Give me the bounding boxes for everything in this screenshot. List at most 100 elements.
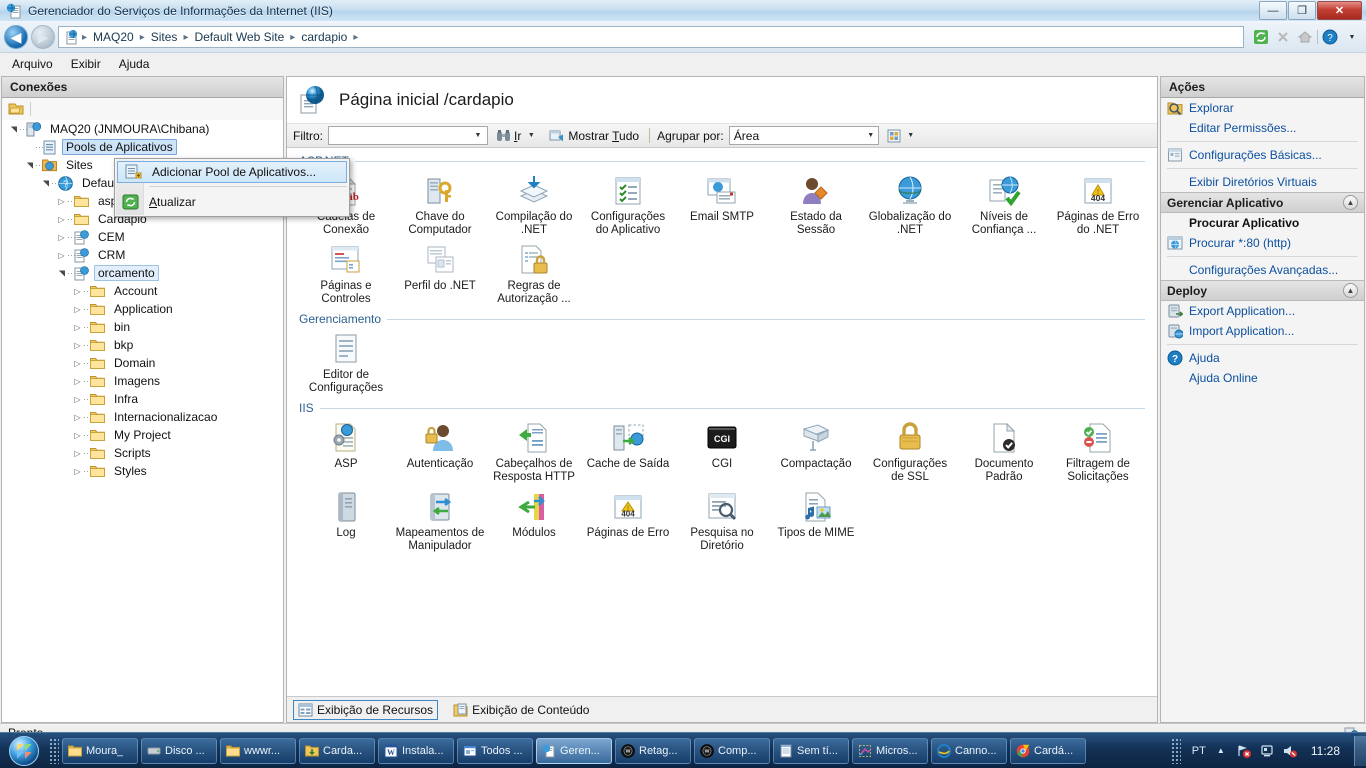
taskbar-button-retag[interactable]: ⓦ Retag...	[615, 737, 691, 764]
close-button[interactable]: ✕	[1317, 1, 1362, 20]
action-export-application[interactable]: Export Application...	[1161, 301, 1364, 321]
taskbar-button-moura[interactable]: Moura_	[62, 737, 138, 764]
tree-item-internacionalizacao[interactable]: ▷ ⋯ Internacionalizacao	[2, 408, 283, 426]
action-import-application[interactable]: Import Application...	[1161, 321, 1364, 341]
expander-collapsed-icon[interactable]: ▷	[72, 448, 83, 459]
feature-item-compacta-o[interactable]: Compactação	[769, 417, 863, 486]
action-ajuda[interactable]: ? Ajuda	[1161, 348, 1364, 368]
expander-collapsed-icon[interactable]: ▷	[56, 250, 67, 261]
tree-item-domain[interactable]: ▷ ⋯ Domain	[2, 354, 283, 372]
expander-collapsed-icon[interactable]: ▷	[72, 466, 83, 477]
feature-item-p-ginas-de-erro-do-net[interactable]: ! 404 Páginas de Erro do .NET	[1051, 170, 1145, 239]
context-menu-item-refresh[interactable]: Atualizar	[115, 190, 349, 214]
go-button[interactable]: Ir ▼	[493, 126, 541, 145]
toolbar-grip[interactable]	[49, 737, 59, 764]
feature-item-m-dulos[interactable]: Módulos	[487, 486, 581, 555]
action-procurar-aplicativo[interactable]: Procurar Aplicativo	[1161, 213, 1364, 233]
start-button[interactable]	[2, 734, 46, 768]
chevron-up-icon[interactable]: ▲	[1213, 743, 1229, 759]
taskbar-button-carda[interactable]: Carda...	[299, 737, 375, 764]
language-indicator[interactable]: PT	[1192, 745, 1206, 757]
feature-item-p-ginas-e-controles[interactable]: Páginas e Controles	[299, 239, 393, 308]
tray-grip[interactable]	[1170, 737, 1181, 764]
monitor-icon[interactable]	[1259, 743, 1275, 759]
tree-item-cem[interactable]: ▷ ⋯ CEM	[2, 228, 283, 246]
menu-item-exibir[interactable]: Exibir	[71, 57, 101, 71]
tree-item-imagens[interactable]: ▷ ⋯ Imagens	[2, 372, 283, 390]
feature-item-documento-padr-o[interactable]: Documento Padrão	[957, 417, 1051, 486]
view-mode-button[interactable]: ▼	[884, 126, 921, 145]
feature-item-editor-de-configura-es[interactable]: Editor de Configurações	[299, 328, 393, 397]
tree-item-maq20-jnmoura-chibana[interactable]: ◢ ⋯ MAQ20 (JNMOURA\Chibana)	[2, 120, 283, 138]
feature-item-email-smtp[interactable]: Email SMTP	[675, 170, 769, 239]
breadcrumb-item-default-web-site[interactable]: Default Web Site	[191, 29, 287, 45]
action-procurar-80-http[interactable]: Procurar *:80 (http)	[1161, 233, 1364, 253]
filter-input[interactable]	[329, 127, 471, 144]
taskbar-button-instala[interactable]: W Instala...	[378, 737, 454, 764]
feature-item-n-veis-de-confian-a[interactable]: Níveis de Confiança ...	[957, 170, 1051, 239]
expander-collapsed-icon[interactable]: ▷	[72, 322, 83, 333]
show-desktop-button[interactable]	[1354, 735, 1366, 766]
chevron-up-icon[interactable]: ▲	[1343, 283, 1358, 298]
tree-item-account[interactable]: ▷ ⋯ Account	[2, 282, 283, 300]
breadcrumb[interactable]: ▸ MAQ20 ▸ Sites ▸ Default Web Site ▸ car…	[58, 26, 1244, 48]
tab-content-view[interactable]: Exibição de Conteúdo	[448, 700, 594, 720]
breadcrumb-item-maq20[interactable]: MAQ20	[90, 29, 137, 45]
minimize-button[interactable]: —	[1259, 1, 1287, 20]
expander-collapsed-icon[interactable]: ▷	[72, 430, 83, 441]
expander-collapsed-icon[interactable]: ▷	[72, 394, 83, 405]
action-ajuda-online[interactable]: Ajuda Online	[1161, 368, 1364, 388]
actions-group-header-deploy[interactable]: Deploy ▲	[1161, 280, 1364, 301]
feature-item-pesquisa-no-diret-rio[interactable]: Pesquisa no Diretório	[675, 486, 769, 555]
tree-item-application[interactable]: ▷ ⋯ Application	[2, 300, 283, 318]
maximize-button[interactable]: ❐	[1288, 1, 1316, 20]
chevron-up-icon[interactable]: ▲	[1343, 195, 1358, 210]
tree-item-pools-de-aplicativos[interactable]: ⋯ Pools de Aplicativos	[2, 138, 283, 156]
feature-item-configura-es-de-ssl[interactable]: Configurações de SSL	[863, 417, 957, 486]
feature-item-mapeamentos-de-manipulador[interactable]: Mapeamentos de Manipulador	[393, 486, 487, 555]
feature-item-regras-de-autoriza-o[interactable]: Regras de Autorização ...	[487, 239, 581, 308]
breadcrumb-item-cardapio[interactable]: cardapio	[298, 29, 350, 45]
feature-item-estado-da-sess-o[interactable]: Estado da Sessão	[769, 170, 863, 239]
actions-group-header-gerenciar-aplicativo[interactable]: Gerenciar Aplicativo ▲	[1161, 192, 1364, 213]
taskbar-button-wwwr[interactable]: wwwr...	[220, 737, 296, 764]
filter-input-wrap[interactable]: ▼	[328, 126, 488, 145]
feature-item-globaliza-o-do-net[interactable]: Globalização do .NET	[863, 170, 957, 239]
chevron-down-icon[interactable]: ▼	[524, 127, 538, 144]
menu-item-ajuda[interactable]: Ajuda	[119, 57, 150, 71]
taskbar-button-canno[interactable]: Canno...	[931, 737, 1007, 764]
back-button[interactable]: ◀	[4, 25, 28, 49]
expander-expanded-icon[interactable]: ◢	[40, 178, 51, 189]
refresh-icon[interactable]	[1251, 27, 1271, 47]
expander-collapsed-icon[interactable]: ▷	[72, 286, 83, 297]
feature-item-cgi[interactable]: CGI CGI	[675, 417, 769, 486]
tree-item-my-project[interactable]: ▷ ⋯ My Project	[2, 426, 283, 444]
expander-collapsed-icon[interactable]: ▷	[72, 304, 83, 315]
help-icon[interactable]: ?	[1320, 27, 1340, 47]
action-explorar[interactable]: Explorar	[1161, 98, 1364, 118]
feature-item-chave-do-computador[interactable]: Chave do Computador	[393, 170, 487, 239]
feature-item-configura-es-do-aplicativo[interactable]: Configurações do Aplicativo	[581, 170, 675, 239]
expander-collapsed-icon[interactable]: ▷	[56, 232, 67, 243]
chevron-down-icon[interactable]: ▼	[1342, 27, 1362, 47]
action-configura-es-b-sicas[interactable]: Configurações Básicas...	[1161, 145, 1364, 165]
expander-collapsed-icon[interactable]: ▷	[72, 358, 83, 369]
feature-item-autentica-o[interactable]: Autenticação	[393, 417, 487, 486]
taskbar-button-todos[interactable]: Todos ...	[457, 737, 533, 764]
home-icon[interactable]	[1295, 27, 1315, 47]
tree-item-styles[interactable]: ▷ ⋯ Styles	[2, 462, 283, 480]
network-error-icon[interactable]	[1236, 743, 1252, 759]
action-exibir-diret-rios-virtuais[interactable]: Exibir Diretórios Virtuais	[1161, 172, 1364, 192]
expander-collapsed-icon[interactable]: ▷	[56, 196, 67, 207]
expander-expanded-icon[interactable]: ◢	[8, 124, 19, 135]
connect-to-server-icon[interactable]	[8, 102, 24, 116]
group-by-select[interactable]: Área ▼	[728, 126, 879, 145]
feature-item-perfil-do-net[interactable]: Perfil do .NET	[393, 239, 487, 308]
expander-collapsed-icon[interactable]: ▷	[56, 214, 67, 225]
feature-item-compila-o-do-net[interactable]: Compilação do .NET	[487, 170, 581, 239]
chevron-down-icon[interactable]: ▼	[471, 127, 485, 144]
chevron-down-icon[interactable]: ▼	[864, 127, 878, 144]
action-editar-permiss-es[interactable]: Editar Permissões...	[1161, 118, 1364, 138]
tree-item-bin[interactable]: ▷ ⋯ bin	[2, 318, 283, 336]
feature-item-log[interactable]: Log	[299, 486, 393, 555]
